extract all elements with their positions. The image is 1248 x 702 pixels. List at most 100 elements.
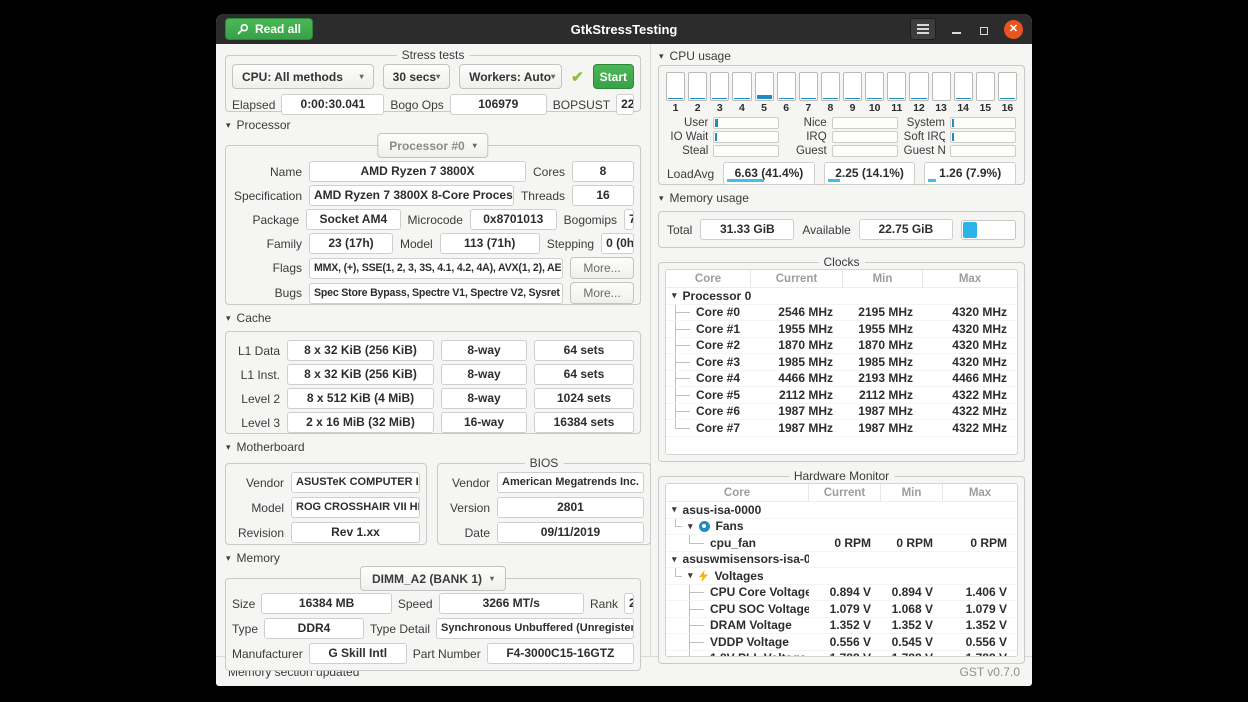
memory-usage-progress-fill — [963, 222, 977, 238]
cpu-usage-expander[interactable]: ▾ CPU usage — [659, 49, 1025, 63]
clocks-row[interactable]: Core #02546 MHz2195 MHz4320 MHz — [666, 305, 1017, 322]
core-name-cell: Core #0 — [666, 305, 751, 321]
start-button[interactable]: Start — [593, 64, 634, 89]
clocks-row[interactable]: Core #21870 MHz1870 MHz4320 MHz — [666, 338, 1017, 355]
table-column-header[interactable]: Min — [843, 270, 923, 287]
hwmon-sensor-row[interactable]: DRAM Voltage1.352 V1.352 V1.352 V — [666, 618, 1017, 635]
method-dropdown-label: CPU: All methods — [242, 70, 343, 84]
app-window: Read all GtkStressTesting ✕ Stress tests — [216, 14, 1032, 686]
hwmon-sensor-row[interactable]: VDDP Voltage0.556 V0.545 V0.556 V — [666, 634, 1017, 651]
expander-arrow-icon: ▾ — [659, 194, 664, 203]
clocks-row[interactable]: Core #52112 MHz2112 MHz4322 MHz — [666, 387, 1017, 404]
hwmon-group-row[interactable]: ▾asuswmisensors-isa-0000 — [666, 552, 1017, 569]
workers-dropdown[interactable]: Workers: Auto ▾ — [459, 64, 562, 89]
cpu-core-meter-fill — [1000, 98, 1015, 99]
max-value: 1.079 V — [943, 602, 1017, 616]
clocks-row[interactable]: Core #11955 MHz1955 MHz4320 MHz — [666, 321, 1017, 338]
loadavg-value: 1.26 (7.9%) — [924, 162, 1016, 185]
min-value: 1870 MHz — [843, 338, 923, 352]
hwmon-subgroup-row[interactable]: ▾Fans — [666, 519, 1017, 536]
table-column-header[interactable]: Min — [881, 484, 943, 501]
cpu-core-meter-bar — [755, 72, 774, 101]
hwmon-sensor-row[interactable]: CPU Core Voltage0.894 V0.894 V1.406 V — [666, 585, 1017, 602]
current-value: 4466 MHz — [751, 371, 843, 385]
cache-ways-value: 16-way — [441, 412, 527, 433]
clocks-row[interactable]: Core #31985 MHz1985 MHz4320 MHz — [666, 354, 1017, 371]
flags-label: Flags — [232, 261, 302, 275]
memory-usage-expander[interactable]: ▾ Memory usage — [659, 191, 1025, 205]
table-column-header[interactable]: Core — [666, 484, 809, 501]
clocks-row[interactable]: Core #71987 MHz1987 MHz4322 MHz — [666, 420, 1017, 437]
table-column-header[interactable]: Core — [666, 270, 751, 287]
hwmon-group-row[interactable]: ▾asus-isa-0000 — [666, 502, 1017, 519]
size-value: 16384 MB — [261, 593, 392, 614]
table-column-header[interactable]: Current — [751, 270, 843, 287]
clocks-row[interactable]: Core #61987 MHz1987 MHz4322 MHz — [666, 404, 1017, 421]
cache-rows: L1 Data8 x 32 KiB (256 KiB)8-way64 sets L… — [232, 340, 634, 433]
cache-row: L1 Data8 x 32 KiB (256 KiB)8-way64 sets — [232, 340, 634, 361]
method-dropdown[interactable]: CPU: All methods ▾ — [232, 64, 374, 89]
cpu-stat-bar — [713, 145, 779, 157]
cache-size-value: 8 x 512 KiB (4 MiB) — [287, 388, 434, 409]
cpu-core-meter-fill — [889, 98, 904, 99]
tree-connector — [666, 387, 696, 403]
elapsed-label: Elapsed — [232, 98, 275, 112]
minimize-button[interactable] — [948, 21, 964, 37]
cpu-core-meter-bar — [843, 72, 862, 101]
cpu-core-meter-fill — [712, 98, 727, 99]
chevron-down-icon: ▾ — [490, 574, 494, 583]
cpu-core-number: 6 — [777, 102, 796, 114]
clocks-row[interactable]: Core #44466 MHz2193 MHz4466 MHz — [666, 371, 1017, 388]
type-detail-value: Synchronous Unbuffered (Unregistered) — [436, 618, 634, 639]
cpu-stat: IO Wait — [667, 131, 779, 143]
expander-arrow-icon: ▾ — [688, 521, 693, 532]
expander-arrow-icon: ▾ — [226, 121, 231, 130]
cpu-core-meter-fill — [779, 98, 794, 99]
tree-connector — [666, 568, 682, 584]
hwmon-sensor-row[interactable]: 1.8V PLL Voltage1.788 V1.788 V1.788 V — [666, 651, 1017, 658]
table-column-header[interactable]: Current — [809, 484, 881, 501]
min-value: 0.894 V — [881, 585, 943, 599]
expander-arrow-icon: ▾ — [226, 314, 231, 323]
stress-tests-legend: Stress tests — [397, 48, 470, 62]
max-value: 4322 MHz — [923, 388, 1017, 402]
hwmon-sensor-row[interactable]: CPU SOC Voltage1.079 V1.068 V1.079 V — [666, 601, 1017, 618]
table-column-header[interactable]: Max — [943, 484, 1017, 501]
processor-expander[interactable]: ▾ Processor — [226, 118, 641, 132]
expander-arrow-icon: ▾ — [659, 52, 664, 61]
bugs-value: Spec Store Bypass, Spectre V1, Spectre V… — [309, 283, 563, 304]
motherboard-expander[interactable]: ▾ Motherboard — [226, 440, 641, 454]
hwmon-subgroup-row[interactable]: ▾Voltages — [666, 568, 1017, 585]
max-value: 4320 MHz — [923, 305, 1017, 319]
flags-more-button[interactable]: More... — [570, 257, 634, 279]
minimize-icon — [952, 32, 961, 34]
cache-row: L1 Inst.8 x 32 KiB (256 KiB)8-way64 sets — [232, 364, 634, 385]
stress-tests-frame: Stress tests CPU: All methods ▾ 30 secs … — [225, 55, 641, 112]
cpu-stat-fill — [952, 119, 954, 127]
bogo-ops-value: 106979 — [450, 94, 547, 115]
close-button[interactable]: ✕ — [1004, 20, 1023, 39]
menu-button[interactable] — [910, 18, 936, 40]
cpu-core-number: 5 — [755, 102, 774, 114]
left-column: Stress tests CPU: All methods ▾ 30 secs … — [216, 44, 650, 656]
maximize-button[interactable] — [976, 21, 992, 37]
read-all-button[interactable]: Read all — [225, 18, 313, 40]
hwmon-group-name: ▾asuswmisensors-isa-0000 — [666, 552, 809, 568]
tree-connector — [680, 634, 710, 650]
hwmon-sensor-row[interactable]: cpu_fan0 RPM0 RPM0 RPM — [666, 535, 1017, 552]
core-name: Core #6 — [696, 404, 740, 418]
table-column-header[interactable]: Max — [923, 270, 1017, 287]
cache-row: Level 28 x 512 KiB (4 MiB)8-way1024 sets — [232, 388, 634, 409]
loadavg-label: LoadAvg — [667, 167, 714, 181]
manufacturer-label: Manufacturer — [232, 647, 303, 661]
clocks-group-row[interactable]: ▾Processor 0 — [666, 288, 1017, 305]
processor-selector-button[interactable]: Processor #0 ▾ — [377, 133, 488, 158]
memory-expander[interactable]: ▾ Memory — [226, 551, 641, 565]
cache-expander[interactable]: ▾ Cache — [226, 311, 641, 325]
core-name-cell: Core #5 — [666, 387, 751, 403]
sensor-name: CPU Core Voltage — [710, 585, 809, 599]
duration-dropdown[interactable]: 30 secs ▾ — [383, 64, 450, 89]
dimm-selector-button[interactable]: DIMM_A2 (BANK 1) ▾ — [360, 566, 506, 591]
bugs-more-button[interactable]: More... — [570, 282, 634, 304]
core-name-cell: Core #4 — [666, 371, 751, 387]
